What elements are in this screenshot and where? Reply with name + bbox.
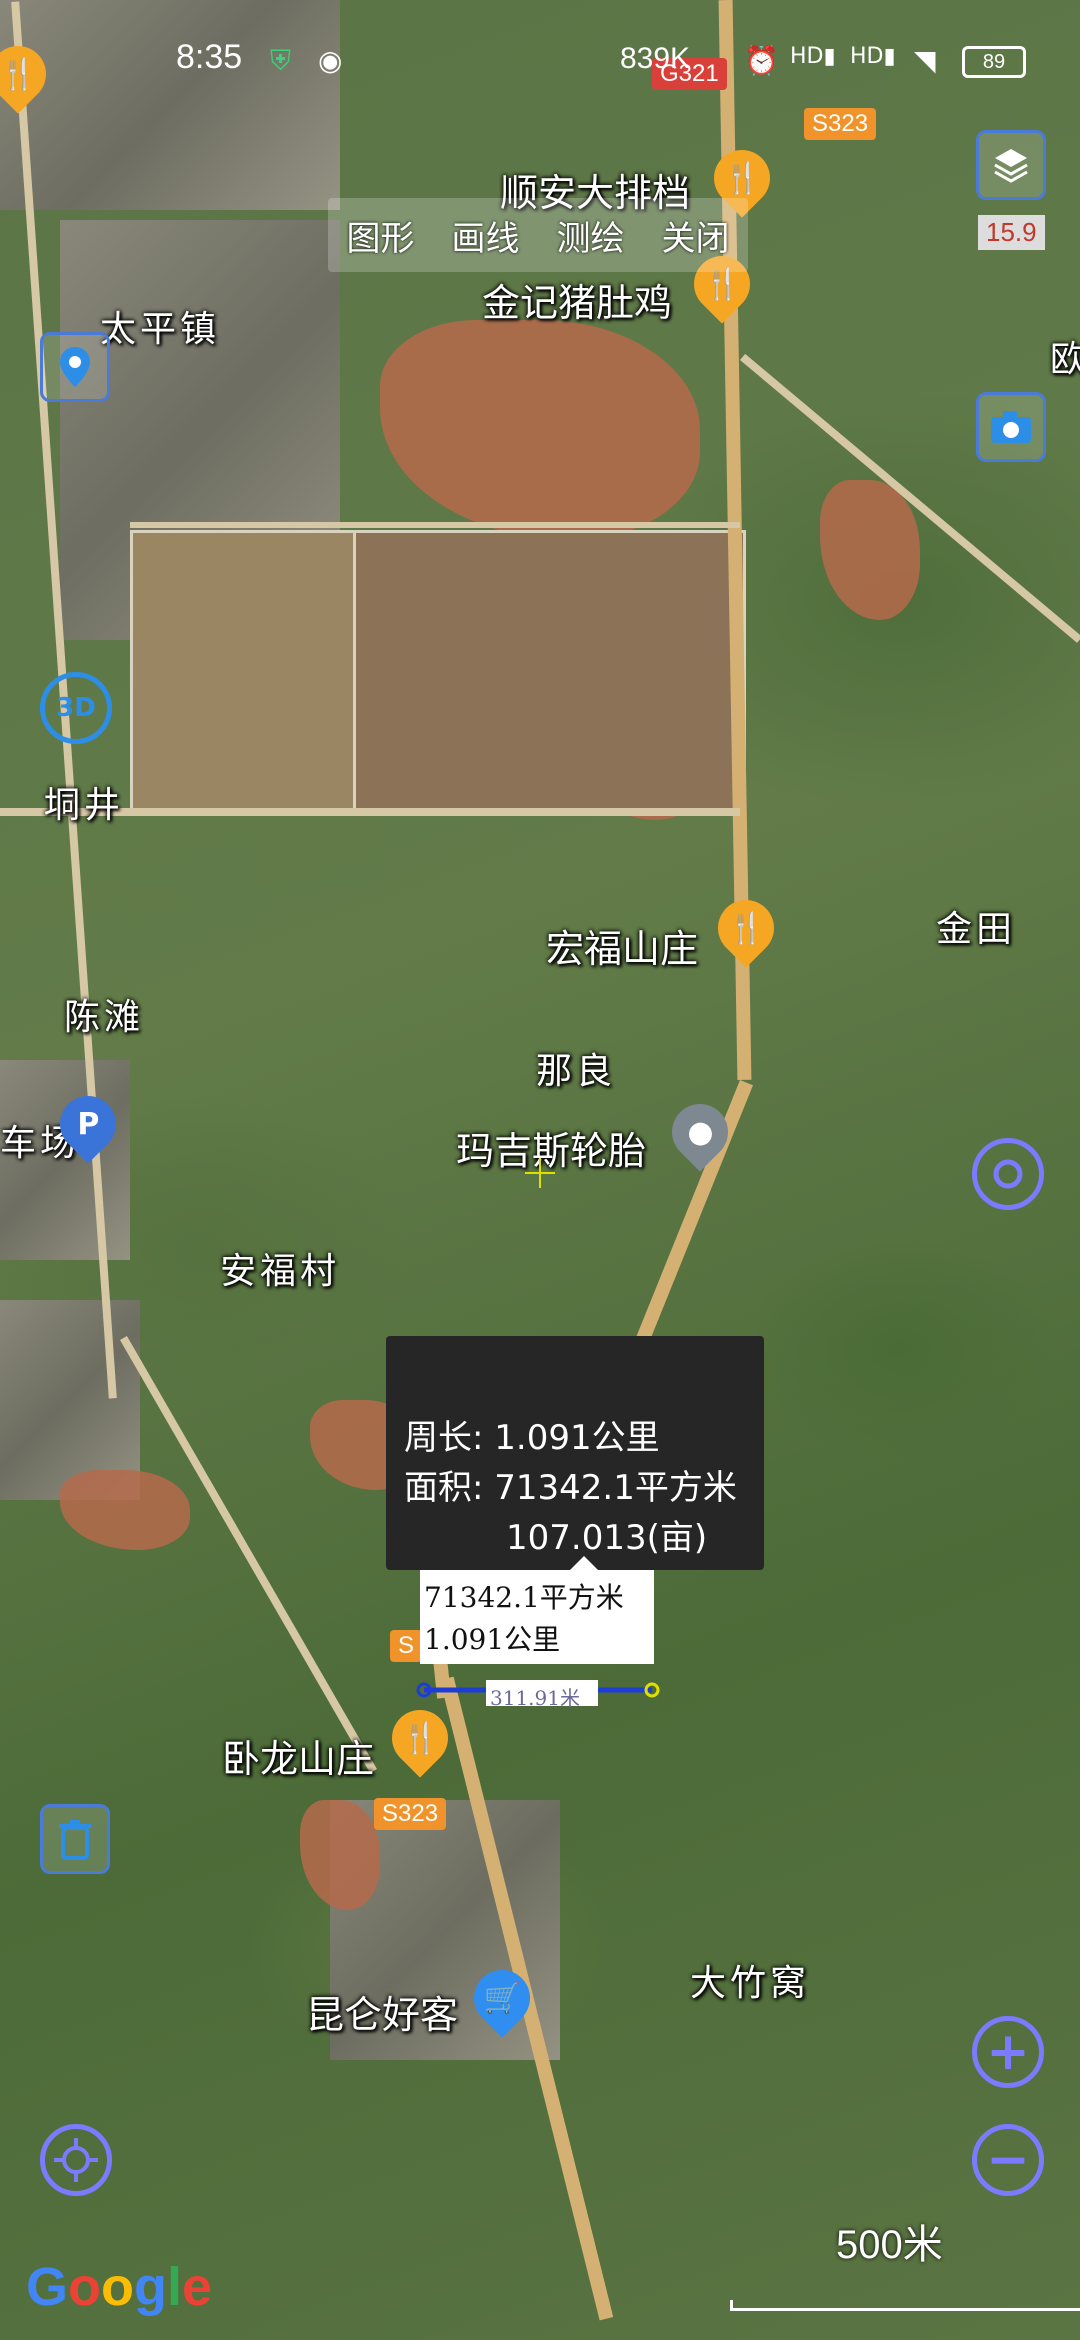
area-text: 面积: 71342.1平方米: [404, 1468, 737, 1508]
google-logo: Google: [26, 2257, 213, 2317]
3d-button[interactable]: 3D: [40, 672, 112, 744]
minus-icon: −: [986, 2130, 1030, 2190]
status-time: 8:35: [176, 38, 243, 76]
callout-perimeter: 1.091公里: [424, 1623, 561, 1656]
map-pin-icon: [60, 347, 90, 387]
scale-bar: [730, 2300, 1080, 2311]
layers-icon: [994, 149, 1028, 183]
zoom-in-button[interactable]: +: [972, 2016, 1044, 2088]
delete-button[interactable]: [40, 1804, 110, 1874]
shield-icon: ⛨: [270, 44, 292, 77]
signal-icon: HD▮: [790, 44, 836, 69]
measure-result-popup: 周长: 1.091公里 面积: 71342.1平方米 107.013(亩): [386, 1336, 764, 1570]
camera-icon: [991, 411, 1031, 443]
toolbar-shape-button[interactable]: 图形: [347, 211, 415, 260]
callout-area: 71342.1平方米: [424, 1581, 624, 1614]
gps-button[interactable]: [40, 2124, 112, 2196]
qq-icon: ◉: [318, 44, 343, 77]
scale-text: 500米: [836, 2223, 943, 2267]
status-bar: 8:35 ⛨ ◉ 839K ⏰ HD▮ HD▮ ◥ 89: [0, 0, 1080, 90]
signal-icon: HD▮: [850, 44, 896, 69]
plus-icon: +: [986, 2022, 1030, 2082]
measure-toolbar: 图形 画线 测绘 关闭: [328, 198, 748, 272]
crosshair-icon: [54, 2138, 98, 2182]
battery-icon: 89: [962, 46, 1026, 78]
perimeter-text: 周长: 1.091公里: [404, 1418, 660, 1458]
measure-overlay: [416, 1158, 660, 1706]
area-mu-text: 107.013(亩): [506, 1518, 708, 1558]
wifi-icon: ◥: [914, 44, 936, 77]
locate-button[interactable]: [972, 1138, 1044, 1210]
measure-callout: 71342.1平方米 1.091公里: [420, 1556, 654, 1664]
alarm-icon: ⏰: [744, 44, 779, 77]
toolbar-survey-button[interactable]: 测绘: [557, 211, 625, 260]
network-speed: 839K: [620, 42, 691, 75]
satellite-map[interactable]: 太平镇 垌井 陈滩 那良 安福村 金田 大竹窝 那望 欧 车场 顺安大排档 🍴 …: [0, 0, 1080, 2340]
trash-icon: [59, 1820, 91, 1860]
target-icon: [993, 1159, 1023, 1189]
zoom-out-button[interactable]: −: [972, 2124, 1044, 2196]
toolbar-close-button[interactable]: 关闭: [662, 211, 730, 260]
camera-button[interactable]: [976, 392, 1046, 462]
3d-icon: 3D: [56, 693, 96, 723]
segment-length-label: 311.91米: [490, 1686, 580, 1710]
zoom-level-badge: 15.9: [978, 215, 1045, 250]
layers-button[interactable]: [976, 130, 1046, 200]
toolbar-draw-line-button[interactable]: 画线: [452, 211, 520, 260]
marker-button[interactable]: [40, 332, 110, 402]
